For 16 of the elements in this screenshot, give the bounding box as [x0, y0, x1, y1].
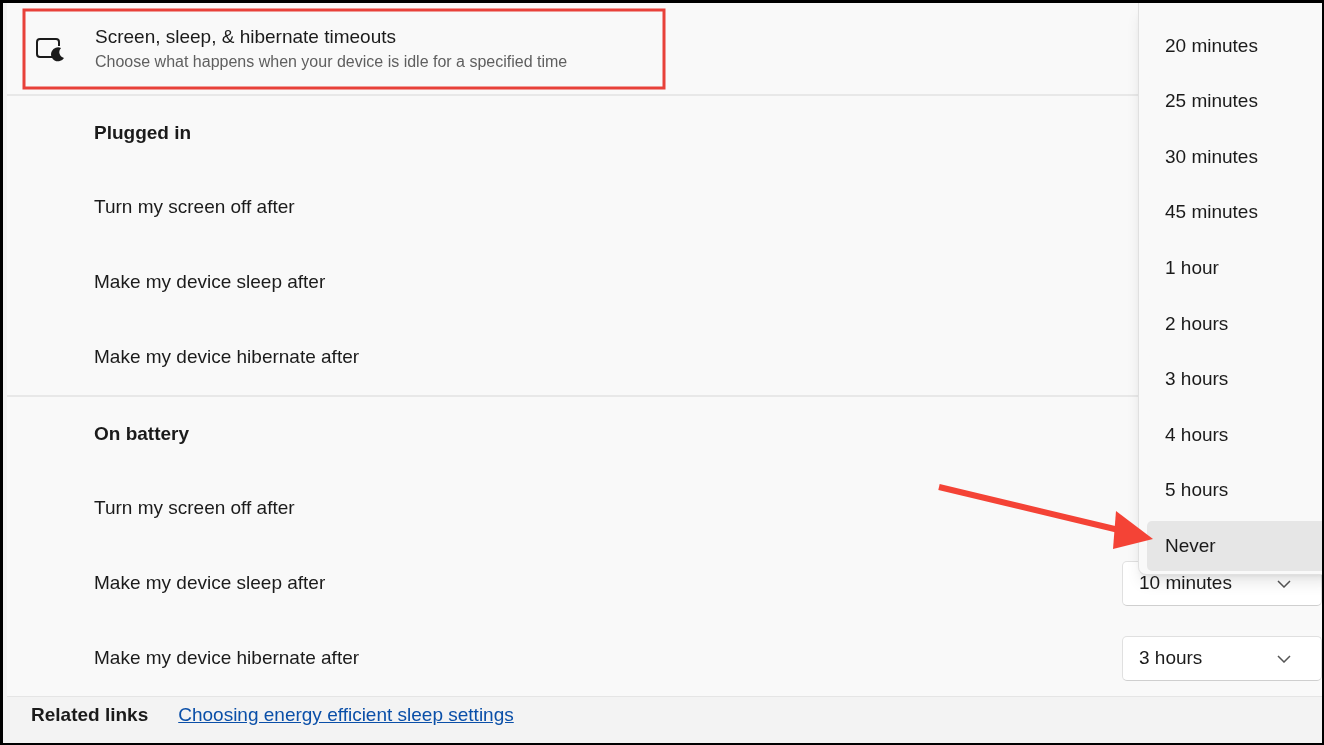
menu-item[interactable]: Never	[1147, 521, 1322, 571]
setting-label: Make my device sleep after	[94, 270, 326, 295]
setting-label: Make my device hibernate after	[94, 345, 360, 370]
setting-label: Make my device hibernate after	[94, 646, 360, 671]
group-heading: On battery	[94, 421, 190, 446]
setting-label: Turn my screen off after	[94, 496, 295, 521]
setting-label: Turn my screen off after	[94, 195, 295, 220]
dropdown[interactable]: 3 hours	[1122, 636, 1322, 681]
help-link[interactable]: Choosing energy efficient sleep settings	[178, 700, 514, 730]
setting-label: Make my device sleep after	[94, 571, 326, 596]
related-links-label: Related links	[31, 702, 149, 727]
group-heading: Plugged in	[94, 120, 192, 145]
section-title: Screen, sleep, & hibernate timeouts	[95, 25, 397, 49]
chevron-down-icon	[1277, 579, 1291, 588]
section-description: Choose what happens when your device is idle for a specified time	[95, 52, 568, 72]
chevron-down-icon	[1277, 654, 1291, 663]
